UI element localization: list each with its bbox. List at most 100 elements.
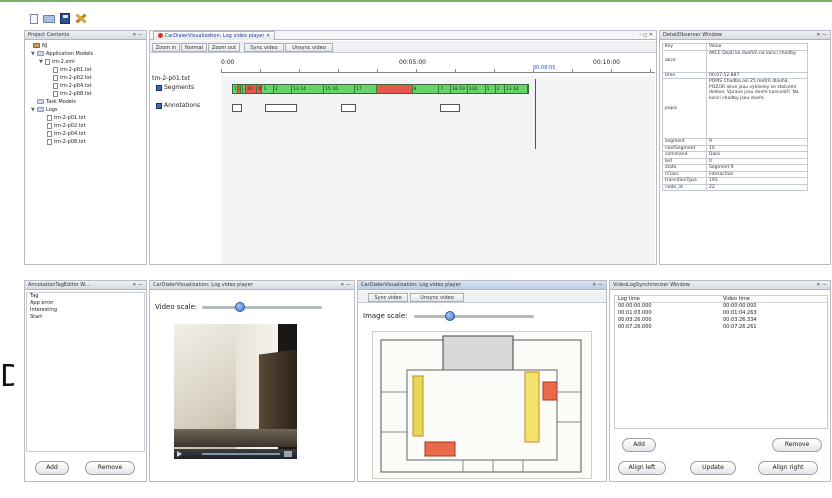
list-item[interactable]: Interesting	[27, 307, 144, 314]
panel-controls[interactable]: ✕ —	[592, 281, 603, 290]
remove-tag-button[interactable]: Remove	[85, 461, 135, 475]
video-scene-shadow	[174, 429, 297, 447]
zoom-in-button[interactable]: Zoom in	[152, 43, 180, 52]
new-file-icon[interactable]	[30, 14, 38, 24]
timeline-segment[interactable]: 110	[467, 85, 486, 93]
tree-item[interactable]: tm-2-p02.txt	[27, 122, 93, 130]
tree-item[interactable]: tm-2-p08.txt	[27, 138, 93, 146]
tree-app-models[interactable]: ▼ Application Models	[27, 50, 93, 58]
normal-button[interactable]: Normal	[181, 43, 207, 52]
tree-root[interactable]: NJ	[27, 42, 93, 50]
panel-controls[interactable]: ✕ —	[816, 281, 827, 290]
seek-bar[interactable]	[202, 453, 280, 455]
update-button[interactable]: Update	[690, 461, 736, 475]
table-row[interactable]: 00:03:26.000 00:03:26.334	[615, 317, 827, 324]
table-row[interactable]: node_id 22	[662, 183, 808, 191]
panel-title: Project Contents ✕ —	[25, 31, 146, 40]
tag-list[interactable]: Tag App error Interesting Start	[26, 292, 145, 452]
video-controls-bar[interactable]	[174, 449, 297, 459]
video-frame[interactable]	[174, 324, 297, 459]
table-row[interactable]: 00:07:26.000 00:07:26.261	[615, 324, 827, 331]
segments-track[interactable]: 123410 1081213 1415 16178718 191101213 1…	[232, 84, 529, 94]
tree-item[interactable]: tm-2-p04.txt	[27, 82, 93, 90]
timeline-segment[interactable]: 15 16	[324, 85, 355, 93]
tree-item[interactable]: tm-2-p08.txt	[27, 90, 93, 98]
table-row[interactable]: 00:00:00.000 00:00:00.000	[615, 303, 827, 310]
save-icon[interactable]	[60, 13, 70, 24]
align-left-button[interactable]: Align left	[618, 461, 666, 475]
app-icon	[158, 33, 163, 38]
table-row[interactable]: popis POPIS Chodba asi 25 metrů dlouhá. P…	[662, 78, 808, 139]
table-row[interactable]: 00:01:03.000 00:01:04.263	[615, 310, 827, 317]
align-right-button[interactable]: Align right	[758, 461, 818, 475]
sync-video-button[interactable]: Sync video	[368, 293, 408, 302]
timeline-segment[interactable]: 18 19	[451, 85, 468, 93]
timeline-segment[interactable]: 7	[439, 85, 452, 93]
annotations-track[interactable]	[232, 104, 532, 114]
time-ruler[interactable]: 0:00 00:05:00 00:10:00 00:08:05	[221, 55, 655, 75]
add-tag-button[interactable]: Add	[35, 461, 69, 475]
table-row[interactable]: akce AKCE Dojdi ke dveřím na konci chodby…	[662, 49, 808, 73]
segments-row-label[interactable]: Segments	[156, 84, 194, 91]
panel-controls[interactable]: ✕ —	[132, 281, 143, 290]
play-icon[interactable]	[177, 451, 182, 457]
checkbox-checked-icon[interactable]	[156, 102, 162, 109]
tree-item[interactable]: tm-2-p01.txt	[27, 114, 93, 122]
image-scale-slider[interactable]	[414, 311, 534, 321]
list-item[interactable]: App error	[27, 300, 144, 307]
zoom-out-button[interactable]: Zoom out	[208, 43, 240, 52]
annotation-marker[interactable]	[440, 104, 460, 112]
timeline-segment[interactable]: 10 10	[245, 85, 258, 93]
timeline-segment[interactable]: 13 14	[292, 85, 325, 93]
sync-table[interactable]: Log time Video time 00:00:00.000 00:00:00…	[614, 295, 828, 429]
file-icon	[45, 58, 50, 65]
video-player-panel: CarDialerVisualization: Log video player…	[149, 280, 355, 482]
tree-task-models[interactable]: Task Models	[27, 98, 93, 106]
checkbox-checked-icon[interactable]	[156, 84, 162, 91]
panel-controls[interactable]: ✕ —	[816, 31, 827, 40]
column-header[interactable]: Video time	[720, 296, 750, 302]
list-item[interactable]: Start	[27, 314, 144, 321]
panel-controls[interactable]: ✕ —	[132, 31, 143, 40]
tick-marks	[221, 69, 655, 72]
tools-icon[interactable]	[75, 13, 87, 24]
timeline-segment[interactable]	[376, 85, 413, 93]
volume-icon[interactable]	[284, 451, 292, 457]
slider-knob[interactable]	[445, 311, 455, 321]
annotations-row-label[interactable]: Annotations	[156, 102, 200, 109]
tree-item[interactable]: tm-2-p02.txt	[27, 74, 93, 82]
timeline-segment[interactable]: 2	[495, 85, 505, 93]
annotation-marker[interactable]	[232, 104, 242, 112]
video-scale-slider[interactable]	[202, 302, 322, 312]
annotation-marker[interactable]	[265, 104, 297, 112]
timeline-segment[interactable]: 8	[412, 85, 440, 93]
playhead-time: 00:08:05	[533, 65, 556, 71]
project-icon	[33, 43, 40, 48]
window-controls[interactable]: – ◻ ✕	[639, 31, 653, 40]
player-tab[interactable]: CarDialerVisualization: Log video player…	[153, 31, 276, 40]
playhead-line[interactable]	[535, 79, 536, 149]
timeline-segment[interactable]: 2	[274, 85, 292, 93]
open-folder-icon[interactable]	[43, 15, 55, 23]
unsync-video-button[interactable]: Unsync video	[285, 43, 333, 52]
tree-app-file[interactable]: ▼ tm-2.xml	[27, 58, 93, 66]
column-header[interactable]: Log time	[615, 296, 720, 302]
tree-logs[interactable]: ▼ Logs	[27, 106, 93, 114]
file-label: tm-2-p01.txt	[152, 75, 190, 82]
timeline-segment[interactable]: 1	[262, 85, 275, 93]
sync-video-button[interactable]: Sync video	[244, 43, 284, 52]
panel-controls[interactable]: ✕ —	[340, 281, 351, 290]
timeline-segment[interactable]: 17	[354, 85, 377, 93]
add-sync-button[interactable]: Add	[622, 438, 656, 452]
annotation-marker[interactable]	[341, 104, 356, 112]
folder-icon	[37, 99, 44, 104]
timeline-segment[interactable]: 1	[485, 85, 496, 93]
remove-sync-button[interactable]: Remove	[772, 438, 822, 452]
unsync-video-button[interactable]: Unsync video	[410, 293, 464, 302]
tree-item[interactable]: tm-2-p01.txt	[27, 66, 93, 74]
tree-item[interactable]: tm-2-p04.txt	[27, 130, 93, 138]
slider-knob[interactable]	[235, 302, 246, 312]
timeline-segment[interactable]: 13 14	[504, 85, 528, 93]
list-item[interactable]: Tag	[27, 293, 144, 300]
floor-plan-image[interactable]	[372, 331, 592, 479]
